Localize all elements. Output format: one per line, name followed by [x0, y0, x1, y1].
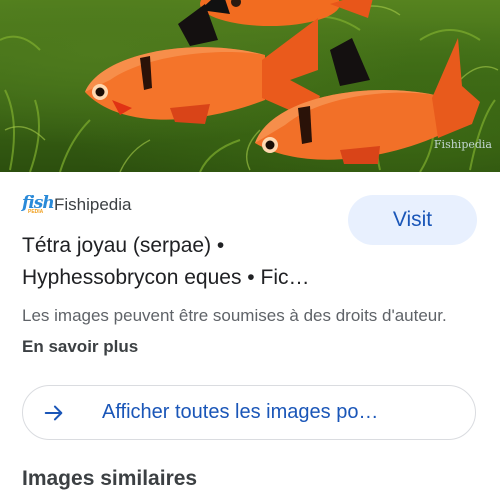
- show-all-images-button[interactable]: Afficher toutes les images po…: [22, 385, 476, 440]
- source-name: Fishipedia: [54, 195, 132, 214]
- logo-subtext: PEDIA: [28, 209, 44, 215]
- fish-photo: [0, 0, 499, 172]
- hero-image[interactable]: Fishipedia: [0, 0, 500, 172]
- fish-top: [200, 0, 373, 26]
- copyright-notice: Les images peuvent être soumises à des d…: [22, 300, 462, 362]
- copyright-text: Les images peuvent être soumises à des d…: [22, 306, 447, 325]
- source-row[interactable]: fish PEDIA Fishipedia: [22, 190, 132, 220]
- fishipedia-logo-icon: fish PEDIA: [22, 192, 55, 218]
- watermark-text: Fishipedia: [433, 138, 492, 151]
- result-title[interactable]: Tétra joyau (serpae) • Hyphessobrycon eq…: [22, 230, 342, 294]
- arrow-right-icon: [44, 405, 63, 420]
- image-detail-page: Fishipedia fish PEDIA Fishipedia Visit T…: [0, 0, 500, 500]
- similar-images-heading: Images similaires: [22, 467, 198, 490]
- title-line-1: Tétra joyau (serpae) •: [22, 234, 225, 257]
- visit-button[interactable]: Visit: [348, 195, 477, 245]
- show-all-label: Afficher toutes les images po…: [102, 401, 379, 423]
- learn-more-link[interactable]: En savoir plus: [22, 337, 138, 356]
- title-line-2: Hyphessobrycon eques • Fic…: [22, 266, 310, 289]
